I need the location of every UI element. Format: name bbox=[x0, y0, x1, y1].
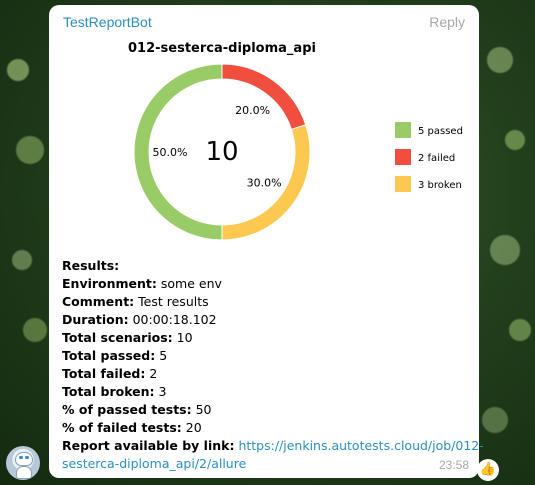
pct-failed-value: 20 bbox=[185, 420, 202, 435]
report-text: Results: Environment: some env Comment: … bbox=[62, 257, 484, 473]
pie-chart: 012-sesterca-diploma_api 50.0% 20.0% 30.0%… bbox=[128, 41, 463, 241]
slice-label-failed: 20.0% bbox=[235, 104, 270, 117]
total-scenarios-label: Total scenarios: bbox=[62, 330, 173, 345]
reply-button[interactable]: Reply bbox=[429, 14, 465, 30]
legend-label-broken: 3 broken bbox=[418, 180, 462, 191]
environment-label: Environment: bbox=[62, 276, 157, 291]
total-broken-label: Total broken: bbox=[62, 384, 155, 399]
legend-swatch-failed bbox=[395, 149, 411, 165]
legend-swatch-passed bbox=[395, 122, 411, 138]
message-time: 23:58 bbox=[438, 458, 469, 472]
robot-avatar-icon[interactable] bbox=[6, 446, 40, 480]
pct-passed-label: % of passed tests: bbox=[62, 402, 192, 417]
total-passed-label: Total passed: bbox=[62, 348, 156, 363]
legend-swatch-broken bbox=[395, 176, 411, 192]
slice-label-passed: 50.0% bbox=[153, 146, 188, 159]
chart-legend: 5 passed 2 failed 3 broken bbox=[395, 122, 463, 192]
message-bubble: TestReportBot Reply 012-sesterca-diploma… bbox=[49, 5, 484, 478]
report-link[interactable]: https://jenkins.autotests.cloud/job/012- bbox=[238, 438, 483, 453]
legend-label-passed: 5 passed bbox=[418, 126, 463, 137]
slice-label-broken: 30.0% bbox=[247, 177, 282, 190]
total-broken-value: 3 bbox=[158, 384, 167, 399]
results-heading: Results: bbox=[62, 258, 120, 273]
report-link-continued[interactable]: sesterca-diploma_api/2/allure bbox=[62, 456, 246, 471]
pct-passed-value: 50 bbox=[195, 402, 212, 417]
total-failed-label: Total failed: bbox=[62, 366, 146, 381]
environment-value: some env bbox=[160, 276, 222, 291]
duration-label: Duration: bbox=[62, 312, 129, 327]
chart-title: 012-sesterca-diploma_api bbox=[128, 41, 316, 56]
sender-name[interactable]: TestReportBot bbox=[63, 14, 152, 30]
pie-slice-failed bbox=[221, 63, 307, 131]
total-passed-value: 5 bbox=[159, 348, 168, 363]
legend-label-failed: 2 failed bbox=[418, 153, 455, 164]
report-link-label: Report available by link: bbox=[62, 438, 235, 453]
comment-label: Comment: bbox=[62, 294, 135, 309]
total-failed-value: 2 bbox=[149, 366, 158, 381]
pct-failed-label: % of failed tests: bbox=[62, 420, 182, 435]
total-scenarios-value: 10 bbox=[176, 330, 193, 345]
center-total-label: 10 bbox=[205, 137, 238, 167]
thumbs-up-icon[interactable]: 👍 bbox=[477, 459, 499, 481]
comment-value: Test results bbox=[138, 294, 209, 309]
duration-value: 00:00:18.102 bbox=[132, 312, 217, 327]
